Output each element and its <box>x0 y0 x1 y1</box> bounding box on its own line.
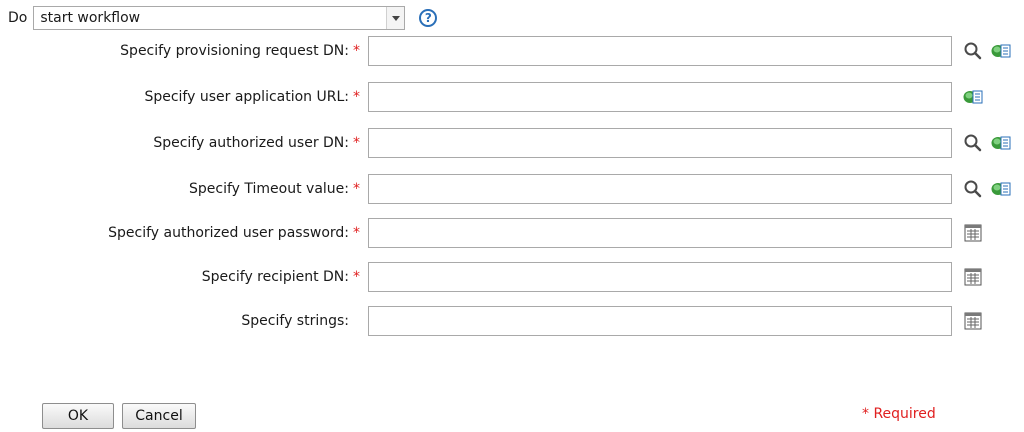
variable-icon[interactable] <box>990 178 1012 200</box>
form-row: Specify authorized user DN: * <box>0 128 1024 158</box>
field-label-text: Specify authorized user password: <box>108 225 349 241</box>
list-editor-icon[interactable] <box>962 266 984 288</box>
form-row: Specify provisioning request DN: * <box>0 36 1024 66</box>
field-label: Specify Timeout value: * <box>0 181 364 197</box>
text-field[interactable] <box>368 306 952 336</box>
field-label: Specify strings: <box>0 313 364 329</box>
required-marker: * <box>353 269 360 285</box>
field-icons <box>962 178 1018 200</box>
text-field[interactable] <box>368 218 952 248</box>
field-label-text: Specify strings: <box>241 313 349 329</box>
search-icon[interactable] <box>962 178 984 200</box>
search-icon[interactable] <box>962 132 984 154</box>
action-label: Do <box>8 10 28 26</box>
required-marker: * <box>353 89 360 105</box>
variable-icon[interactable] <box>990 132 1012 154</box>
action-select-value: start workflow <box>40 10 141 26</box>
form-row: Specify Timeout value: * <box>0 174 1024 204</box>
required-marker: * <box>353 225 360 241</box>
form-row: Specify strings: <box>0 306 1024 336</box>
ok-button[interactable]: OK <box>42 403 114 429</box>
required-marker: * <box>353 135 360 151</box>
field-label-text: Specify provisioning request DN: <box>120 43 349 59</box>
required-marker: * <box>353 181 360 197</box>
field-icons <box>962 132 1018 154</box>
variable-icon[interactable] <box>962 86 984 108</box>
dropdown-arrow[interactable] <box>386 7 405 29</box>
help-icon[interactable]: ? <box>419 9 438 27</box>
required-marker: * <box>353 43 360 59</box>
field-label: Specify authorized user password: * <box>0 225 364 241</box>
field-icons <box>962 86 990 108</box>
text-field[interactable] <box>368 82 952 112</box>
text-field[interactable] <box>368 128 952 158</box>
field-icons <box>962 266 990 288</box>
field-icons <box>962 310 990 332</box>
action-row: Do start workflow ? <box>8 6 438 30</box>
field-label: Specify authorized user DN: * <box>0 135 364 151</box>
form-row: Specify user application URL: * <box>0 82 1024 112</box>
text-field[interactable] <box>368 262 952 292</box>
field-label-text: Specify recipient DN: <box>201 269 349 285</box>
form-row: Specify recipient DN: * <box>0 262 1024 292</box>
action-select[interactable]: start workflow <box>33 6 406 30</box>
field-icons <box>962 40 1018 62</box>
required-note: * Required <box>862 406 936 422</box>
cancel-button[interactable]: Cancel <box>122 403 196 429</box>
list-editor-icon[interactable] <box>962 310 984 332</box>
text-field[interactable] <box>368 174 952 204</box>
field-label: Specify provisioning request DN: * <box>0 43 364 59</box>
field-label-text: Specify user application URL: <box>144 89 349 105</box>
text-field[interactable] <box>368 36 952 66</box>
field-label: Specify recipient DN: * <box>0 269 364 285</box>
field-label: Specify user application URL: * <box>0 89 364 105</box>
field-label-text: Specify Timeout value: <box>189 181 349 197</box>
variable-icon[interactable] <box>990 40 1012 62</box>
search-icon[interactable] <box>962 40 984 62</box>
form-row: Specify authorized user password: * <box>0 218 1024 248</box>
chevron-down-icon <box>391 15 400 21</box>
field-icons <box>962 222 990 244</box>
field-label-text: Specify authorized user DN: <box>153 135 349 151</box>
list-editor-icon[interactable] <box>962 222 984 244</box>
